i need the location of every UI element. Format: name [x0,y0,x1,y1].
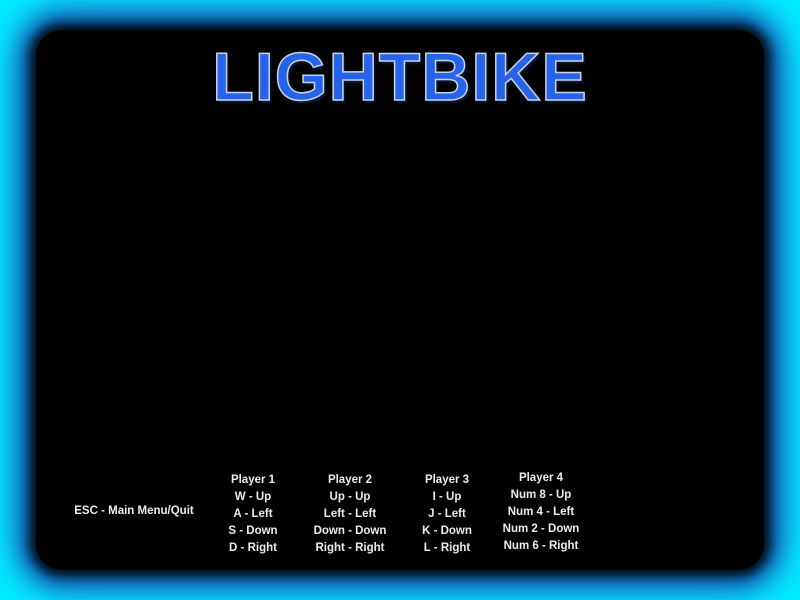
control-right: Num 6 - Right [503,540,579,552]
control-down: Num 2 - Down [502,523,580,535]
control-up: W - Up [234,491,272,503]
control-up: Up - Up [329,491,371,503]
control-right: D - Right [229,542,277,554]
menu-hint: ESC - Main Menu/Quit [74,505,194,517]
game-title: LIGHTBIKE [212,38,588,116]
player-1-controls: Player 1 W - Up A - Left S - Down D - Ri… [197,472,309,557]
control-left: Left - Left [323,508,377,520]
player-name: Player 1 [230,474,276,486]
control-up: Num 8 - Up [510,489,572,501]
player-4-controls: Player 4 Num 8 - Up Num 4 - Left Num 2 -… [485,470,597,555]
player-name: Player 2 [327,474,373,486]
control-down: Down - Down [313,525,387,537]
control-left: Num 4 - Left [507,506,575,518]
control-down: S - Down [228,525,278,537]
control-left: A - Left [233,508,273,520]
player-name: Player 4 [518,472,564,484]
control-right: Right - Right [315,542,385,554]
player-2-controls: Player 2 Up - Up Left - Left Down - Down… [294,472,406,557]
game-screen: LIGHTBIKE ESC - Main Menu/Quit Player 1 … [0,0,800,600]
